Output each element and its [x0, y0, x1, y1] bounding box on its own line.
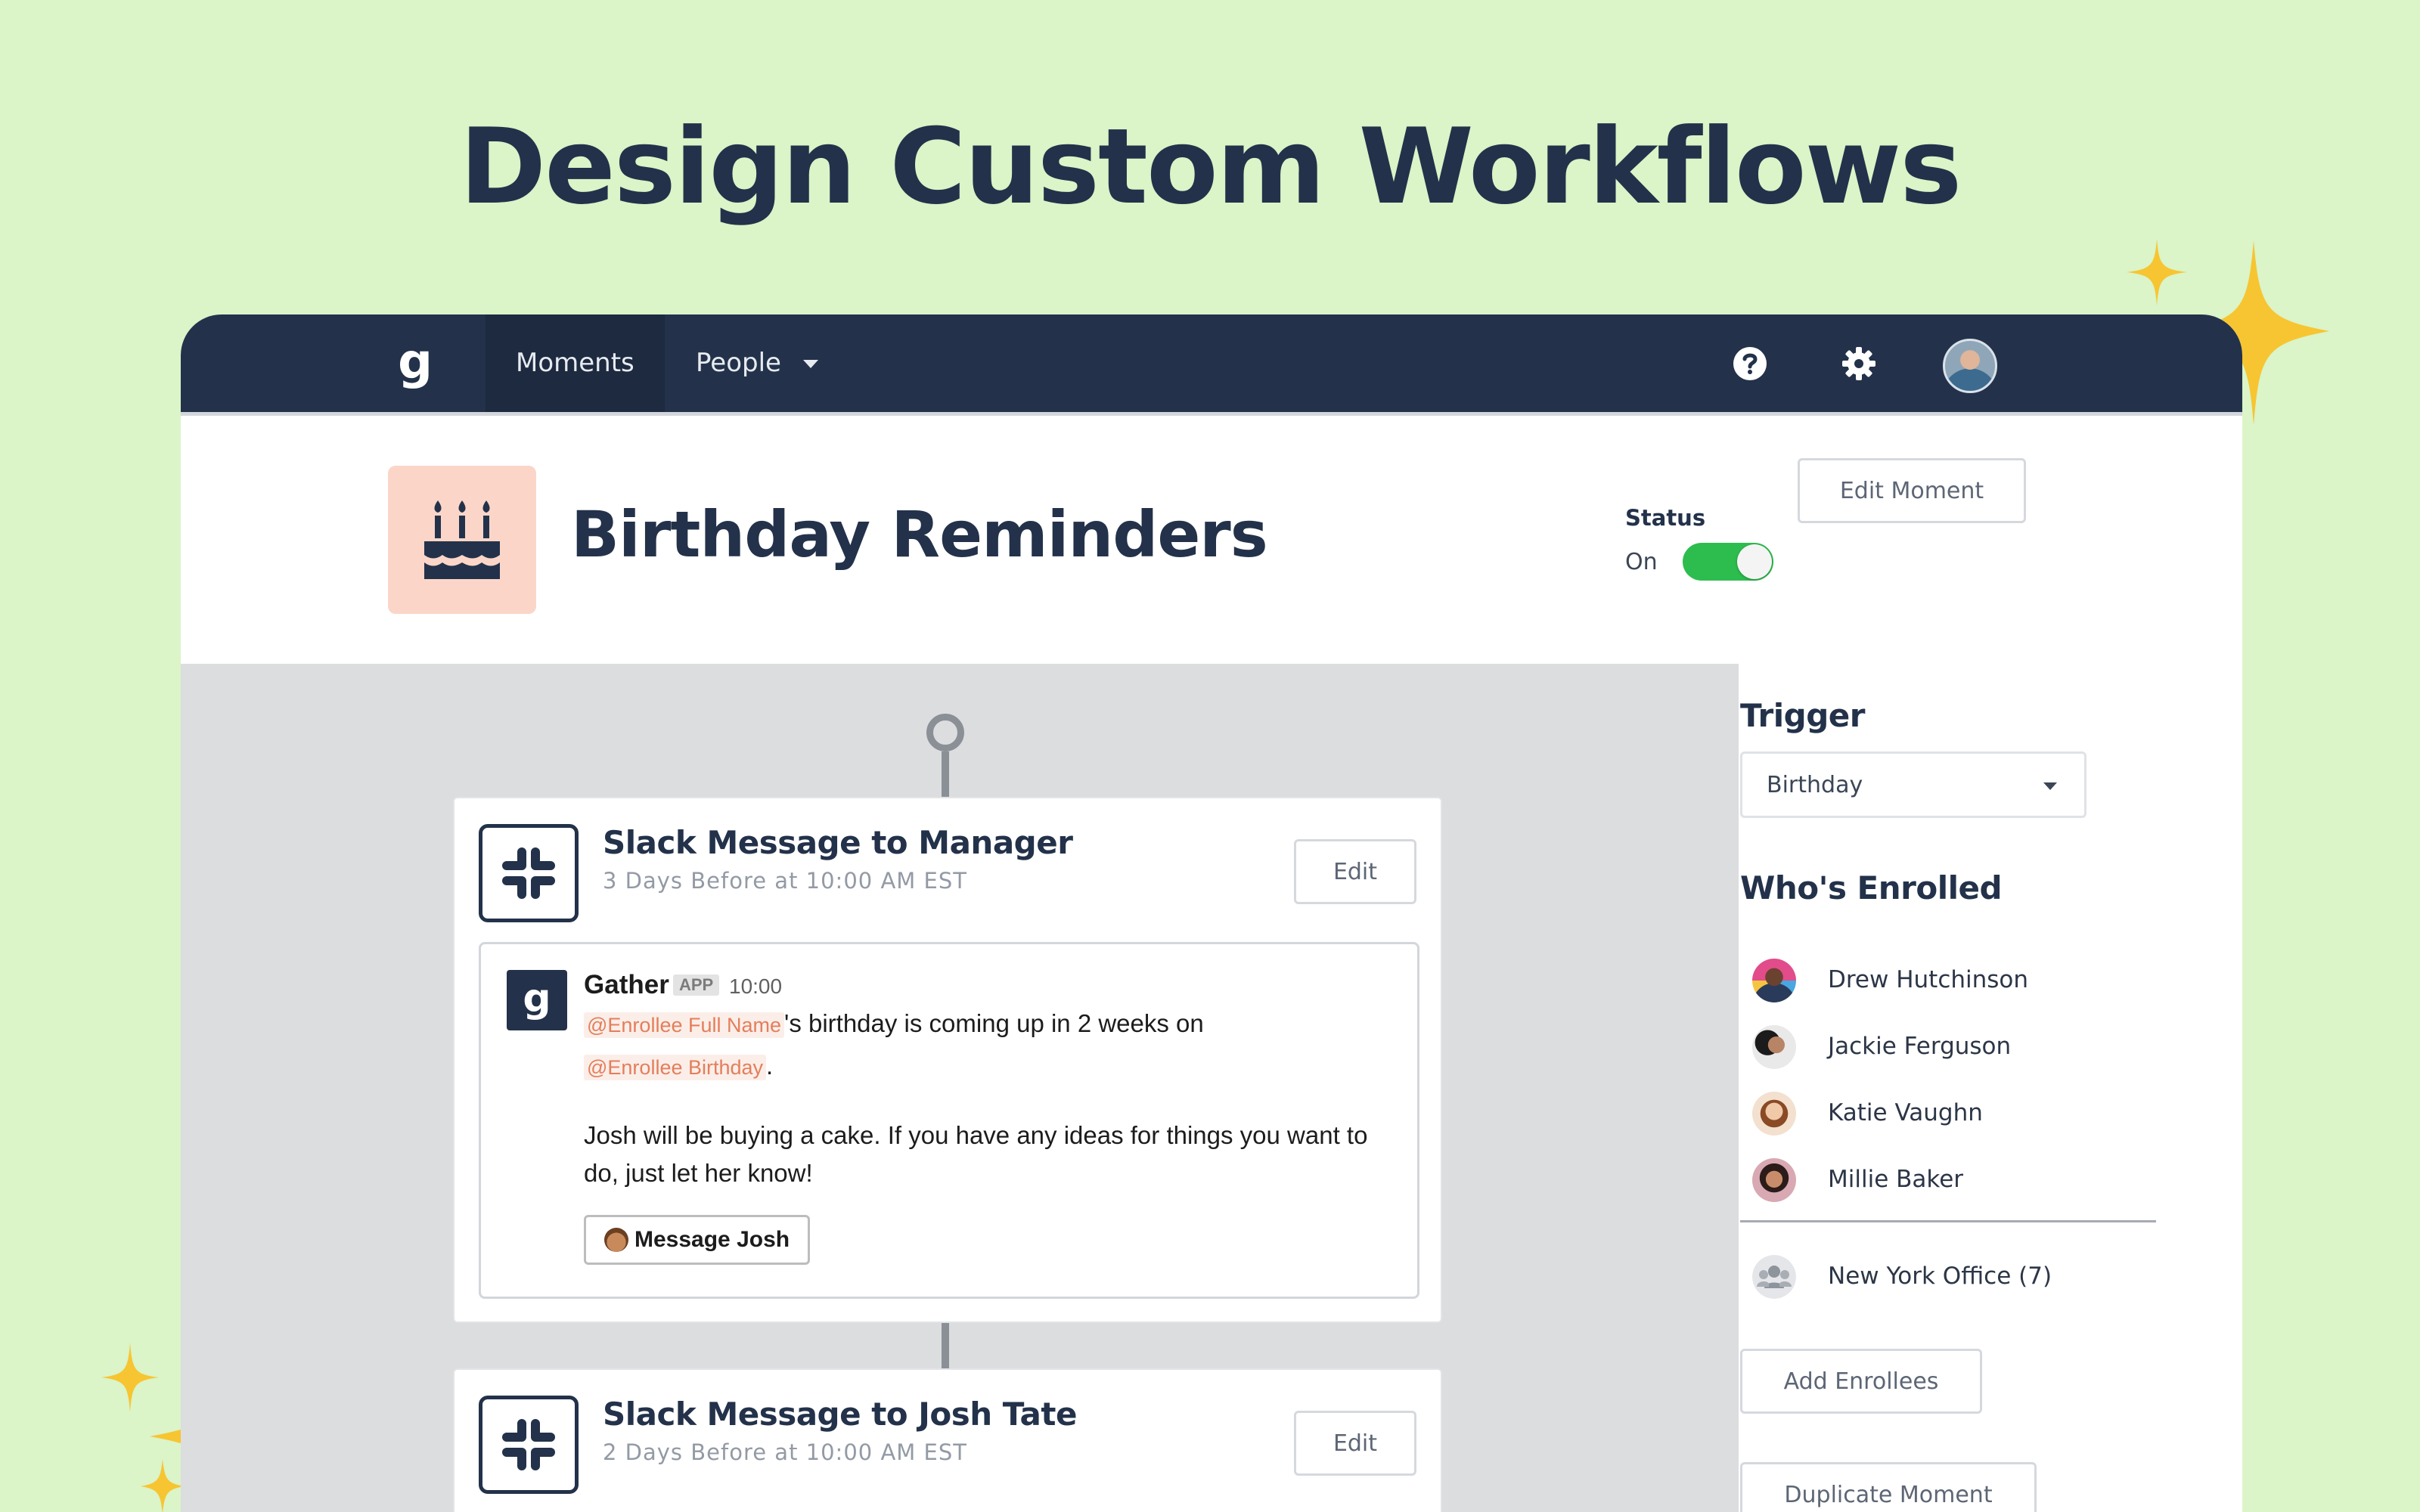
enrollee-divider [1740, 1220, 2156, 1222]
slack-icon [479, 824, 579, 922]
top-navbar: g Moments People [181, 314, 2242, 416]
tab-people-label: People [696, 348, 781, 378]
connector-line [942, 751, 949, 797]
message-josh-label: Message Josh [634, 1227, 790, 1252]
avatar [1752, 959, 1796, 1002]
tab-people[interactable]: People [666, 314, 849, 412]
message-text: . [766, 1052, 774, 1080]
group-name: New York Office (7) [1828, 1263, 2052, 1290]
gather-logo[interactable]: g [392, 336, 438, 389]
mention-enrollee-name[interactable]: @Enrollee Full Name [584, 1012, 785, 1038]
edit-step-button[interactable]: Edit [1294, 839, 1416, 904]
moment-header: Birthday Reminders Status On Edit Moment [181, 416, 2242, 664]
tab-moments-label: Moments [516, 348, 634, 378]
status-value: On [1625, 549, 1658, 575]
message-line-1: @Enrollee Full Name's birthday is coming… [584, 1009, 1204, 1038]
mention-enrollee-birthday[interactable]: @Enrollee Birthday [584, 1055, 767, 1080]
app-badge: APP [673, 974, 720, 996]
chevron-down-icon [802, 360, 818, 368]
app-window: g Moments People Birthday Reminders Stat… [181, 314, 2242, 1512]
page-headline: Design Custom Workflows [459, 106, 1962, 228]
tab-moments[interactable]: Moments [486, 314, 665, 412]
message-paragraph-line-2: do, just let her know! [584, 1159, 813, 1187]
workflow-step-card: Slack Message to Manager 3 Days Before a… [453, 797, 1442, 1323]
message-sender: Gather [584, 970, 669, 999]
avatar [1752, 1025, 1796, 1069]
workflow-step-card: Slack Message to Josh Tate 2 Days Before… [453, 1368, 1442, 1512]
gear-icon[interactable] [1841, 346, 1876, 381]
trigger-select[interactable]: Birthday [1740, 751, 2086, 818]
group-icon [1752, 1255, 1796, 1299]
moment-title: Birthday Reminders [571, 497, 1268, 572]
avatar [1752, 1158, 1796, 1202]
slack-icon [479, 1396, 579, 1494]
add-enrollees-button[interactable]: Add Enrollees [1740, 1349, 1982, 1414]
step-title: Slack Message to Josh Tate [603, 1396, 1077, 1433]
message-text: 's birthday is coming up in 2 weeks on [784, 1009, 1204, 1037]
message-time: 10:00 [729, 974, 783, 998]
person-emoji-icon [604, 1228, 628, 1252]
help-icon[interactable] [1733, 346, 1767, 381]
duplicate-moment-button[interactable]: Duplicate Moment [1740, 1462, 2037, 1512]
enrollee-name: Katie Vaughn [1828, 1099, 1983, 1126]
step-schedule: 2 Days Before at 10:00 AM EST [603, 1439, 967, 1465]
birthday-cake-icon [388, 466, 536, 614]
moment-sidebar: Trigger Birthday Who's Enrolled Drew Hut… [1739, 664, 2242, 1512]
status-label: Status [1625, 505, 1706, 531]
workflow-canvas: Slack Message to Manager 3 Days Before a… [181, 664, 1739, 1512]
message-line-2: @Enrollee Birthday. [584, 1052, 773, 1080]
message-paragraph-line-1: Josh will be buying a cake. If you have … [584, 1121, 1368, 1149]
workflow-start-node [926, 714, 964, 751]
edit-moment-button[interactable]: Edit Moment [1798, 458, 2026, 523]
avatar [1752, 1092, 1796, 1136]
step-title: Slack Message to Manager [603, 824, 1073, 861]
toggle-knob [1737, 544, 1772, 579]
trigger-heading: Trigger [1740, 697, 1865, 734]
slack-message-preview: g Gather APP 10:00 @Enrollee Full Name's… [479, 942, 1419, 1299]
connector-line [942, 1323, 949, 1368]
enrollee-name: Millie Baker [1828, 1166, 1964, 1193]
step-schedule: 3 Days Before at 10:00 AM EST [603, 868, 967, 894]
message-josh-button[interactable]: Message Josh [584, 1215, 811, 1265]
status-toggle[interactable] [1683, 543, 1773, 581]
user-avatar[interactable] [1943, 339, 1997, 393]
enrollee-name: Drew Hutchinson [1828, 966, 2029, 993]
chevron-down-icon [2043, 782, 2057, 790]
enrollee-name: Jackie Ferguson [1828, 1033, 2012, 1060]
enrolled-heading: Who's Enrolled [1740, 869, 2003, 906]
gather-app-logo: g [507, 970, 567, 1030]
trigger-select-value: Birthday [1767, 772, 1863, 798]
edit-step-button[interactable]: Edit [1294, 1411, 1416, 1476]
